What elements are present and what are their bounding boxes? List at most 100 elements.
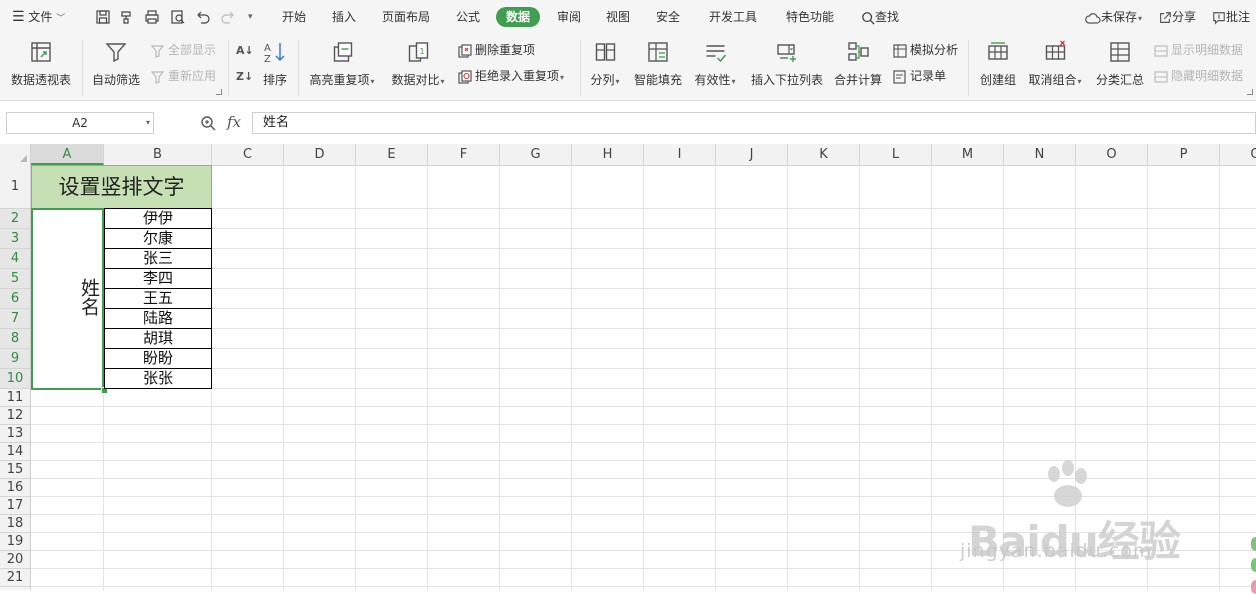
cell-b2[interactable]: 伊伊 bbox=[104, 208, 212, 229]
show-all-button[interactable]: 全部显示 bbox=[150, 41, 216, 59]
tab-home[interactable]: 开始 bbox=[282, 0, 306, 34]
side-float-button[interactable] bbox=[1251, 558, 1256, 572]
quick-access-dropdown-icon[interactable]: ▾ bbox=[248, 0, 253, 34]
row-header-15[interactable]: 15 bbox=[0, 461, 30, 479]
cell-b7[interactable]: 陆路 bbox=[104, 308, 212, 329]
name-box[interactable]: A2 ▾ bbox=[6, 112, 154, 134]
reapply-button[interactable]: 重新应用 bbox=[150, 67, 216, 85]
row-header-1[interactable]: 1 bbox=[0, 165, 30, 209]
column-header-i[interactable]: I bbox=[644, 144, 716, 165]
format-painter-icon[interactable] bbox=[119, 9, 135, 25]
column-header-h[interactable]: H bbox=[572, 144, 644, 165]
cell-b5[interactable]: 李四 bbox=[104, 268, 212, 289]
unsaved-status-button[interactable]: 未保存▾ bbox=[1085, 0, 1142, 34]
cell-b8[interactable]: 胡琪 bbox=[104, 328, 212, 349]
pivot-table-button[interactable]: 数据透视表 bbox=[11, 40, 71, 88]
cell-b9[interactable]: 盼盼 bbox=[104, 348, 212, 369]
column-header-m[interactable]: M bbox=[932, 144, 1004, 165]
spreadsheet-grid[interactable]: ABCDEFGHIJKLMNOPQ 1 2 3 4 5 6 7 8 9 10 11 12 13 14 15 1… bbox=[0, 144, 1256, 590]
tab-review[interactable]: 审阅 bbox=[557, 0, 581, 34]
dialog-launcher-icon[interactable] bbox=[216, 89, 222, 95]
tab-view[interactable]: 视图 bbox=[606, 0, 630, 34]
side-float-button[interactable] bbox=[1251, 537, 1256, 551]
row-header-19[interactable]: 19 bbox=[0, 533, 30, 551]
print-preview-icon[interactable] bbox=[170, 9, 186, 25]
zoom-icon[interactable] bbox=[200, 115, 216, 131]
split-column-button[interactable]: 分列▾ bbox=[590, 40, 620, 88]
tab-formulas[interactable]: 公式 bbox=[456, 0, 480, 34]
row-header-16[interactable]: 16 bbox=[0, 479, 30, 497]
reject-duplicate-entry-button[interactable]: 拒绝录入重复项▾ bbox=[457, 67, 564, 85]
highlight-duplicates-button[interactable]: 高亮重复项▾ bbox=[309, 40, 375, 88]
row-header-12[interactable]: 12 bbox=[0, 407, 30, 425]
tab-page-layout[interactable]: 页面布局 bbox=[382, 0, 430, 34]
hide-detail-button[interactable]: 隐藏明细数据 bbox=[1153, 67, 1243, 85]
autofilter-button[interactable]: 自动筛选 bbox=[92, 40, 140, 88]
row-header-18[interactable]: 18 bbox=[0, 515, 30, 533]
column-header-g[interactable]: G bbox=[500, 144, 572, 165]
consolidate-button[interactable]: 合并计算 bbox=[834, 40, 882, 88]
subtotal-button[interactable]: 分类汇总 bbox=[1096, 40, 1144, 88]
undo-icon[interactable] bbox=[195, 9, 211, 25]
column-header-c[interactable]: C bbox=[212, 144, 284, 165]
annotate-button[interactable]: 批注 bbox=[1212, 0, 1250, 34]
column-header-p[interactable]: P bbox=[1148, 144, 1220, 165]
column-header-f[interactable]: F bbox=[428, 144, 500, 165]
fx-icon[interactable]: fx bbox=[227, 113, 241, 131]
chevron-down-icon[interactable]: ▾ bbox=[146, 113, 150, 133]
what-if-analysis-button[interactable]: 模拟分析 bbox=[892, 41, 958, 59]
insert-dropdown-list-button[interactable]: 插入下拉列表 bbox=[751, 40, 823, 88]
row-header-9[interactable]: 9 bbox=[0, 349, 30, 369]
sort-descending-button[interactable]: Z↓ bbox=[236, 67, 253, 85]
column-header-n[interactable]: N bbox=[1004, 144, 1076, 165]
sort-button[interactable]: A Z 排序 bbox=[263, 40, 287, 88]
share-button[interactable]: 分享 bbox=[1158, 0, 1196, 34]
cell-b10[interactable]: 张张 bbox=[104, 368, 212, 389]
column-header-o[interactable]: O bbox=[1076, 144, 1148, 165]
row-header-4[interactable]: 4 bbox=[0, 249, 30, 269]
print-icon[interactable] bbox=[144, 9, 160, 25]
row-header-13[interactable]: 13 bbox=[0, 425, 30, 443]
remove-duplicates-button[interactable]: 删除重复项 bbox=[457, 41, 535, 59]
row-header-2[interactable]: 2 bbox=[0, 209, 30, 229]
ungroup-button[interactable]: 取消组合▾ bbox=[1028, 40, 1082, 88]
formula-input[interactable]: 姓名 bbox=[252, 112, 1256, 134]
column-header-d[interactable]: D bbox=[284, 144, 356, 165]
cell-b6[interactable]: 王五 bbox=[104, 288, 212, 309]
row-header-17[interactable]: 17 bbox=[0, 497, 30, 515]
data-compare-button[interactable]: 1 数据对比▾ bbox=[391, 40, 445, 88]
sort-ascending-button[interactable]: A↓ bbox=[236, 41, 254, 59]
row-header-7[interactable]: 7 bbox=[0, 309, 30, 329]
save-icon[interactable] bbox=[95, 9, 111, 25]
search-button[interactable]: 查找 bbox=[861, 0, 899, 34]
column-header-e[interactable]: E bbox=[356, 144, 428, 165]
row-header-20[interactable]: 20 bbox=[0, 551, 30, 569]
tab-data[interactable]: 数据 bbox=[495, 7, 541, 27]
tab-insert[interactable]: 插入 bbox=[332, 0, 356, 34]
tab-developer[interactable]: 开发工具 bbox=[709, 0, 757, 34]
column-header-a[interactable]: A bbox=[31, 144, 104, 165]
smart-fill-button[interactable]: 智能填充 bbox=[634, 40, 682, 88]
column-header-q[interactable]: Q bbox=[1220, 144, 1256, 165]
file-menu[interactable]: ☰ 文件 ﹀ bbox=[12, 0, 65, 34]
record-form-button[interactable]: 记录单 bbox=[892, 67, 946, 85]
tab-special-features[interactable]: 特色功能 bbox=[786, 0, 834, 34]
cell-a1-merged-title[interactable]: 设置竖排文字 bbox=[31, 165, 212, 209]
row-header-3[interactable]: 3 bbox=[0, 229, 30, 249]
row-header-10[interactable]: 10 bbox=[0, 369, 30, 389]
select-all-corner[interactable] bbox=[0, 144, 31, 165]
show-detail-button[interactable]: 显示明细数据 bbox=[1153, 41, 1243, 59]
redo-icon[interactable] bbox=[220, 9, 236, 25]
row-header-21[interactable]: 21 bbox=[0, 569, 30, 587]
column-header-j[interactable]: J bbox=[716, 144, 788, 165]
dialog-launcher-icon[interactable] bbox=[1247, 89, 1253, 95]
column-header-b[interactable]: B bbox=[104, 144, 212, 165]
cell-b3[interactable]: 尔康 bbox=[104, 228, 212, 249]
row-header-11[interactable]: 11 bbox=[0, 389, 30, 407]
row-header-6[interactable]: 6 bbox=[0, 289, 30, 309]
column-header-l[interactable]: L bbox=[860, 144, 932, 165]
create-group-button[interactable]: 创建组 bbox=[980, 40, 1016, 88]
side-float-button[interactable] bbox=[1251, 580, 1256, 594]
row-header-14[interactable]: 14 bbox=[0, 443, 30, 461]
column-header-k[interactable]: K bbox=[788, 144, 860, 165]
